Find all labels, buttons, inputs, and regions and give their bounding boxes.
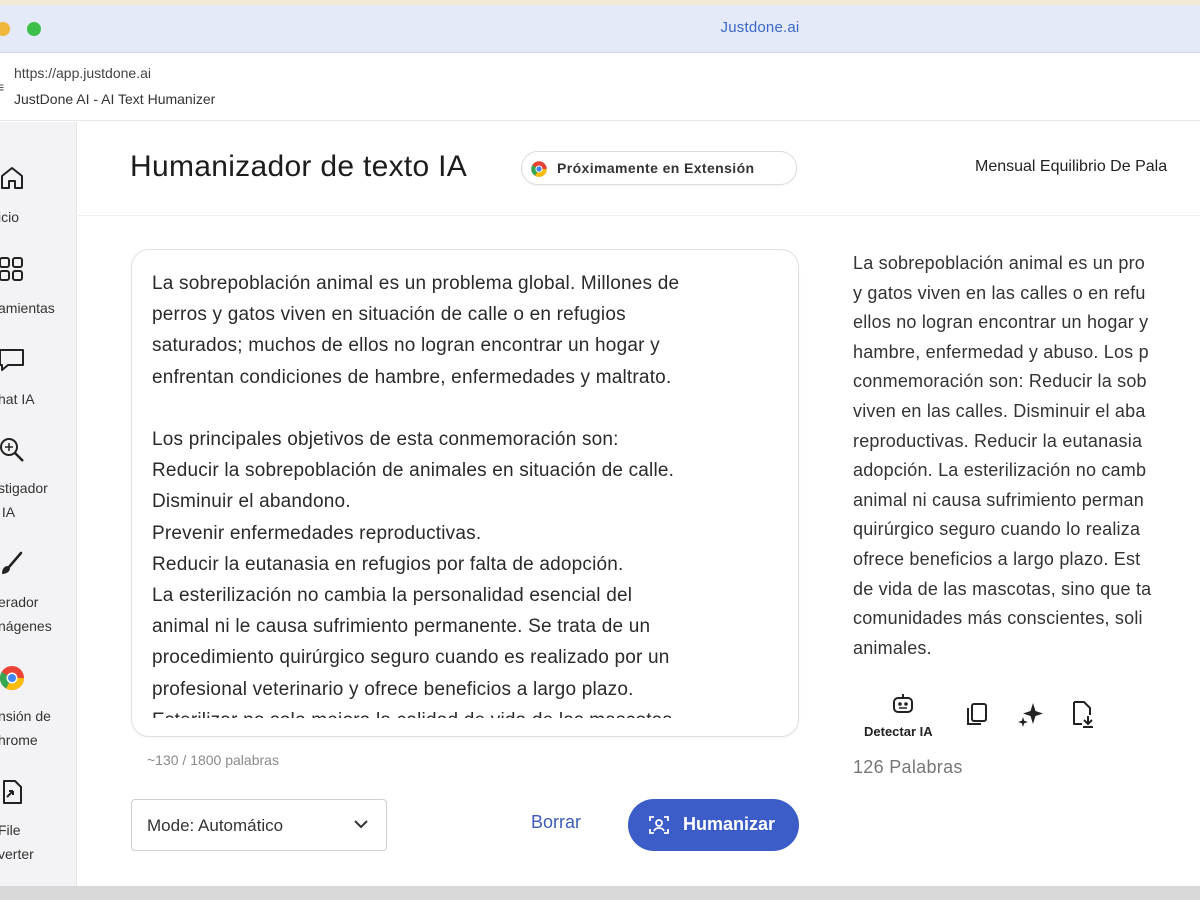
enhance-button[interactable] [1017,701,1045,729]
humanize-button-label: Humanizar [683,814,776,834]
title-bar: Justdone.ai [0,5,1200,53]
file-convert-icon [0,778,26,806]
window-title: Justdone.ai [720,19,800,36]
chrome-icon [530,160,548,178]
detect-ai-label[interactable]: Detectar IA [864,724,933,739]
download-button[interactable] [1070,700,1096,728]
output-word-count: 126 Palabras [853,757,963,777]
file-download-icon [1070,700,1096,728]
sidebar-item-label: File verter [0,822,34,862]
brush-icon [0,550,26,578]
sidebar-item-image-generator[interactable]: erador nágenes [0,550,77,640]
grid-icon [0,255,26,283]
sidebar-item-detector[interactable]: stigador IA [0,436,77,526]
chevron-down-icon [352,815,370,833]
page-title: Humanizador de texto IA [130,150,468,183]
input-textarea[interactable]: La sobrepoblación animal es un problema … [152,268,782,718]
sidebar-item-chrome-extension[interactable]: nsión de hrome [0,664,77,754]
address-bar: ≡ https://app.justdone.ai JustDone AI - … [0,53,1200,121]
sidebar: icio amientas hat IA stigador IA erador … [0,122,77,886]
output-text: La sobrepoblación animal es un pro y gat… [853,253,1152,658]
sidebar-item-label: hat IA [0,391,35,407]
chrome-icon [0,664,26,692]
sidebar-item-label: nsión de hrome [0,708,51,748]
input-card: La sobrepoblación animal es un problema … [131,249,799,737]
sidebar-item-file-converter[interactable]: File verter [0,778,77,868]
monthly-balance: Mensual Equilibrio De Pala [975,158,1168,175]
extension-badge[interactable]: Próximamente en Extensión [521,151,797,185]
chat-icon [0,346,26,374]
detect-ai-button[interactable] [890,691,916,717]
copy-icon [964,701,990,727]
page-header: Humanizador de texto IA Próximamente en … [78,122,1200,216]
copy-button[interactable] [964,701,990,727]
sidebar-item-label: icio [0,209,20,225]
sparkle-icon [1017,701,1045,729]
app-window: Justdone.ai ≡ https://app.justdone.ai Ju… [0,0,1200,886]
humanize-button[interactable]: Humanizar [628,799,799,851]
input-word-count: ~130 / 1800 palabras [147,752,279,768]
clear-button[interactable]: Borrar [531,812,581,833]
sidebar-item-home[interactable]: icio [0,164,77,234]
robot-icon [890,691,916,717]
menu-icon[interactable]: ≡ [0,79,4,95]
humanize-icon [648,814,670,836]
url-text[interactable]: https://app.justdone.ai [14,65,151,81]
sidebar-item-tools[interactable]: amientas [0,255,77,325]
sidebar-item-label: amientas [0,300,55,316]
sidebar-item-label: erador nágenes [0,594,52,634]
mode-select-value: Mode: Automático [147,816,284,835]
browser-page-title: JustDone AI - AI Text Humanizer [14,91,216,107]
mode-select[interactable]: Mode: Automático [131,799,387,851]
extension-badge-label: Próximamente en Extensión [557,160,755,176]
search-icon [0,436,26,464]
home-icon [0,164,26,192]
sidebar-item-chat[interactable]: hat IA [0,346,77,416]
sidebar-item-label: stigador IA [0,480,48,520]
